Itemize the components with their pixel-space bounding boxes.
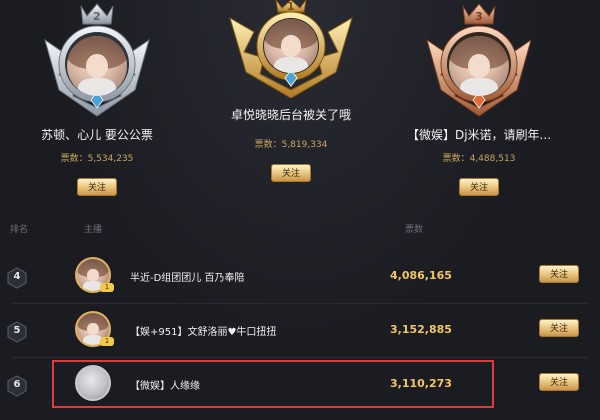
follow-button[interactable]: 关注 xyxy=(77,178,117,196)
host-name[interactable]: 苏顿、心儿 要公公票 xyxy=(2,126,192,143)
rank-number: 2 xyxy=(93,10,101,23)
vote-count: 票数：4,488,513 xyxy=(384,151,574,164)
follow-button[interactable]: 关注 xyxy=(459,178,499,196)
host-name[interactable]: 半近-D组团团儿 百乃奉陪 xyxy=(130,269,245,284)
vote-value: 5,819,334 xyxy=(281,140,328,150)
vote-value: 4,488,513 xyxy=(469,154,516,164)
vote-label: 票数： xyxy=(254,140,282,150)
rank-number: 1 xyxy=(287,0,295,13)
header-host: 主播 xyxy=(84,225,103,235)
header-votes: 票数 xyxy=(405,225,424,235)
bronze-badge: 3 xyxy=(419,0,539,118)
silver-badge: 2 xyxy=(37,0,157,118)
table-row[interactable]: 5 1 【娱+951】文舒洛丽♥牛口扭扭 3,152,885 关注 xyxy=(0,304,600,358)
header-rank: 排名 xyxy=(10,225,29,235)
avatar[interactable] xyxy=(449,36,509,96)
vote-label: 票数： xyxy=(60,154,88,164)
vote-value: 3,152,885 xyxy=(390,323,452,336)
gold-badge: 1 xyxy=(226,0,356,98)
avatar[interactable] xyxy=(67,36,127,96)
host-name[interactable]: 【微娱】Dj米诺，请刷年... xyxy=(384,126,574,143)
follow-button[interactable]: 关注 xyxy=(271,164,311,182)
podium-rank-2: 2 苏顿、心儿 要公公票 票数：5,534,235 关注 xyxy=(2,0,192,196)
vote-label: 票数： xyxy=(442,154,470,164)
follow-button[interactable]: 关注 xyxy=(539,319,579,337)
avatar[interactable] xyxy=(264,19,318,73)
table-row[interactable]: 4 1 半近-D组团团儿 百乃奉陪 4,086,165 关注 xyxy=(0,250,600,304)
leaderboard-page: 2 苏顿、心儿 要公公票 票数：5,534,235 关注 1 卓悦晓晓后台被关了… xyxy=(0,0,600,420)
rank-number: 5 xyxy=(13,325,21,336)
host-name[interactable]: 卓悦晓晓后台被关了哦 xyxy=(196,106,386,123)
follow-button[interactable]: 关注 xyxy=(539,373,579,391)
level-badge: 1 xyxy=(100,337,114,346)
highlight-frame xyxy=(52,360,494,408)
vote-value: 4,086,165 xyxy=(390,269,452,282)
podium-rank-3: 3 【微娱】Dj米诺，请刷年... 票数：4,488,513 关注 xyxy=(384,0,574,196)
vote-count: 票数：5,819,334 xyxy=(196,137,386,150)
rank-hex-icon: 4 xyxy=(7,267,27,289)
list-header: 排名 主播 票数 xyxy=(0,222,600,236)
level-badge: 1 xyxy=(100,283,114,292)
podium-rank-1: 1 卓悦晓晓后台被关了哦 票数：5,819,334 关注 xyxy=(196,0,386,182)
vote-value: 5,534,235 xyxy=(87,154,134,164)
rank-hex-icon: 5 xyxy=(7,321,27,343)
rank-number: 4 xyxy=(13,271,21,282)
follow-button[interactable]: 关注 xyxy=(539,265,579,283)
rank-number: 6 xyxy=(13,379,21,390)
rank-number: 3 xyxy=(475,10,483,23)
rank-hex-icon: 6 xyxy=(7,375,27,397)
vote-count: 票数：5,534,235 xyxy=(2,151,192,164)
host-name[interactable]: 【娱+951】文舒洛丽♥牛口扭扭 xyxy=(130,323,276,338)
